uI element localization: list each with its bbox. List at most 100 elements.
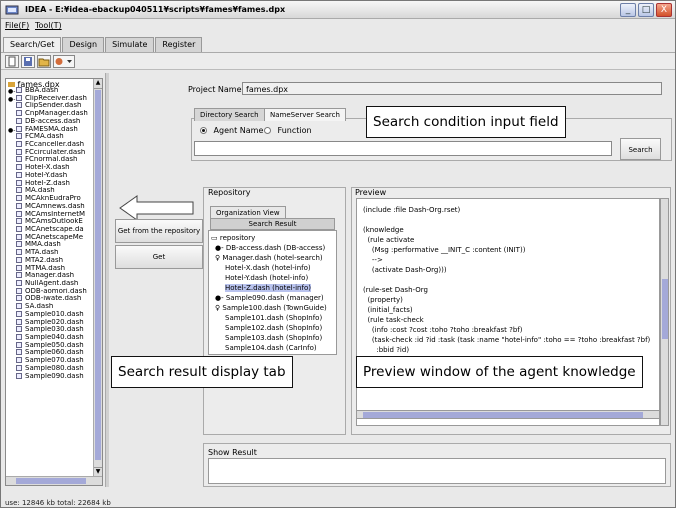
file-tree-item[interactable]: Hotel-X.dash [8, 164, 96, 172]
file-tree-item[interactable]: MTA2.dash [8, 256, 96, 265]
file-tree-item[interactable]: MCAknEudraPro [8, 195, 96, 203]
tab-register[interactable]: Register [155, 37, 203, 52]
get-from-repository-button[interactable]: Get from the repository [115, 219, 203, 243]
file-tree-item[interactable]: MTA.dash [8, 249, 96, 257]
new-file-icon[interactable] [5, 55, 19, 68]
tab-organization-view[interactable]: Organization View [210, 206, 286, 218]
scroll-up-icon[interactable]: ▲ [94, 79, 102, 89]
file-tree-item[interactable]: FCMA.dash [8, 133, 96, 141]
scroll-thumb[interactable] [95, 90, 101, 460]
tab-design[interactable]: Design [62, 37, 105, 52]
repository-node[interactable]: ▭ repository [211, 234, 255, 242]
file-tree-vscroll[interactable]: ▲ ▼ [93, 79, 102, 477]
file-tree-item[interactable]: Sample090.dash [8, 372, 96, 381]
preview-hscroll[interactable] [356, 410, 660, 419]
file-tree-item[interactable]: ●- ClipReceiver.dash [8, 94, 96, 103]
file-tree-item[interactable]: SA.dash [8, 303, 96, 311]
file-icon [16, 233, 22, 240]
preview-vscroll[interactable] [660, 198, 669, 426]
file-tree-item[interactable]: Sample010.dash [8, 310, 96, 319]
file-icon [16, 264, 22, 271]
tab-nameserver-search[interactable]: NameServer Search [264, 108, 346, 121]
file-tree-item-label: ClipReceiver.dash [25, 94, 87, 102]
file-tree-item[interactable]: Sample030.dash [8, 326, 96, 334]
file-tree-item[interactable]: Sample050.dash [8, 341, 96, 350]
radio-function[interactable]: Function [264, 126, 312, 135]
repository-node[interactable]: Sample101.dash (ShopInfo) [225, 314, 322, 322]
file-tree-item[interactable]: Manager.dash [8, 272, 96, 280]
repository-node[interactable]: Sample102.dash (ShopInfo) [225, 324, 322, 332]
hscroll-thumb[interactable] [16, 478, 86, 484]
file-tree-item[interactable]: MCAmsInternetM [8, 210, 96, 219]
file-tree-item[interactable]: MA.dash [8, 187, 96, 195]
file-tree-item[interactable]: NullAgent.dash [8, 279, 96, 288]
file-tree-item[interactable]: DB-access.dash [8, 117, 96, 126]
file-tree-item[interactable]: MCAmnews.dash [8, 202, 96, 211]
toolbar [1, 52, 675, 70]
file-icon [16, 295, 22, 302]
file-tree-item[interactable]: ●- FAMESMA.dash [8, 125, 96, 134]
get-button[interactable]: Get [115, 245, 203, 269]
repository-node[interactable]: Sample103.dash (ShopInfo) [225, 334, 322, 342]
preview-scroll-thumb[interactable] [662, 279, 668, 339]
file-tree-item[interactable]: MTMA.dash [8, 264, 96, 273]
search-input[interactable] [194, 141, 612, 156]
file-tree-item[interactable]: FCcirculater.dash [8, 148, 96, 157]
file-icon [16, 349, 22, 356]
file-tree-item[interactable]: ●- BBA.dash [8, 87, 96, 95]
file-icon [16, 202, 22, 209]
repository-node[interactable]: Hotel-Z.dash (hotel-info) [225, 284, 311, 292]
file-tree-item[interactable]: ODB-aomori.dash [8, 287, 96, 296]
file-tree-item-label: Sample070.dash [25, 357, 84, 365]
expander-icon[interactable]: ●- [8, 96, 15, 103]
repository-node[interactable]: ●- DB-access.dash (DB-access) [215, 244, 325, 252]
file-tree-item-label: ODB-iwate.dash [25, 295, 82, 303]
maximize-button[interactable]: □ [638, 3, 654, 17]
file-tree-item[interactable]: MCAnetscape.da [8, 225, 96, 234]
repository-node[interactable]: ●- Sample090.dash (manager) [215, 294, 324, 302]
expander-icon[interactable]: ●- [8, 127, 15, 134]
save-icon[interactable] [21, 55, 35, 68]
file-tree-item[interactable]: ODB-iwate.dash [8, 295, 96, 303]
file-tree-item[interactable]: Sample040.dash [8, 334, 96, 342]
splitter[interactable] [105, 73, 109, 487]
tab-search-get[interactable]: Search/Get [3, 37, 62, 52]
file-tree-item[interactable]: Hotel-Z.dash [8, 179, 96, 188]
file-tree-item[interactable]: Sample020.dash [8, 318, 96, 327]
file-tree-item[interactable]: Sample080.dash [8, 364, 96, 373]
tab-directory-search[interactable]: Directory Search [194, 108, 265, 121]
file-tree-item[interactable]: MCAmsOutlookE [8, 218, 96, 226]
radio-agent-name[interactable]: Agent Name [200, 126, 263, 135]
file-tree-item[interactable]: MCAnetscapeMe [8, 233, 96, 242]
repository-node-label: Hotel-X.dash (hotel-info) [225, 264, 311, 272]
file-tree-item[interactable]: Sample070.dash [8, 357, 96, 365]
close-button[interactable]: X [656, 3, 672, 17]
file-tree-hscroll[interactable] [6, 476, 102, 485]
preview-hscroll-thumb[interactable] [363, 412, 643, 418]
menu-file[interactable]: File(F) [5, 21, 29, 30]
file-tree-item[interactable]: MMA.dash [8, 241, 96, 249]
expander-icon[interactable]: ●- [8, 88, 15, 95]
menu-tool[interactable]: Tool(T) [35, 21, 62, 30]
file-tree-item[interactable]: CnpManager.dash [8, 110, 96, 118]
file-tree-item[interactable]: ClipSender.dash [8, 102, 96, 110]
file-tree-item[interactable]: FCnormal.dash [8, 156, 96, 164]
file-tree-item-label: DB-access.dash [25, 117, 81, 125]
file-tree-item[interactable]: Sample060.dash [8, 349, 96, 357]
preview-text-area[interactable]: (include :file Dash-Org.rset) (knowledge … [356, 198, 660, 426]
file-icon [16, 334, 22, 340]
file-tree-item[interactable]: FCcanceller.dash [8, 141, 96, 149]
file-tree-item[interactable]: Hotel-Y.dash [8, 171, 96, 180]
repository-node[interactable]: ♀ Manager.dash (hotel-search) [215, 254, 323, 262]
minimize-button[interactable]: _ [620, 3, 636, 17]
settings-dropdown-icon[interactable] [53, 55, 75, 68]
search-button[interactable]: Search [620, 138, 661, 160]
open-folder-icon[interactable] [37, 55, 51, 68]
repository-node[interactable]: ♀ Sample100.dash (TownGuide) [215, 304, 327, 312]
tab-simulate[interactable]: Simulate [105, 37, 155, 52]
repository-node[interactable]: Sample104.dash (CarInfo) [225, 344, 317, 352]
repository-node[interactable]: Hotel-X.dash (hotel-info) [225, 264, 311, 272]
file-tree-item-label: Hotel-X.dash [25, 164, 70, 172]
repository-node[interactable]: Hotel-Y.dash (hotel-info) [225, 274, 308, 282]
tab-search-result[interactable]: Search Result [210, 218, 335, 230]
